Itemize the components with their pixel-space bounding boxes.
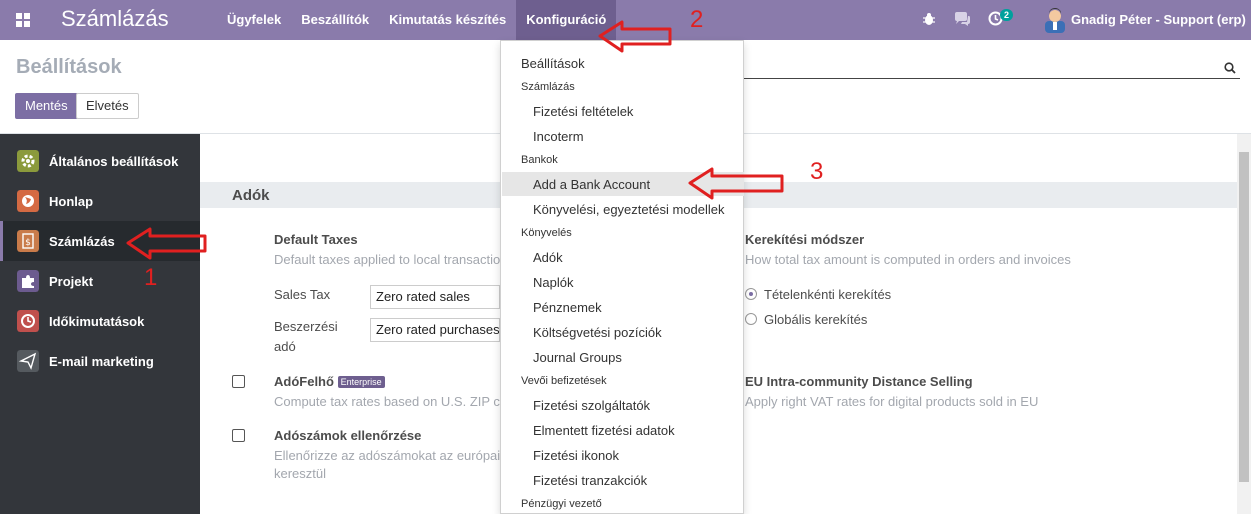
annotation-number-2: 2 <box>690 6 704 33</box>
arrow-2-icon <box>598 20 672 53</box>
annotation-overlay <box>126 20 784 260</box>
annotation-number-1: 1 <box>144 264 158 291</box>
annotation-number-3: 3 <box>810 158 824 185</box>
arrow-1-icon <box>126 227 207 260</box>
arrow-3-icon <box>688 167 784 200</box>
